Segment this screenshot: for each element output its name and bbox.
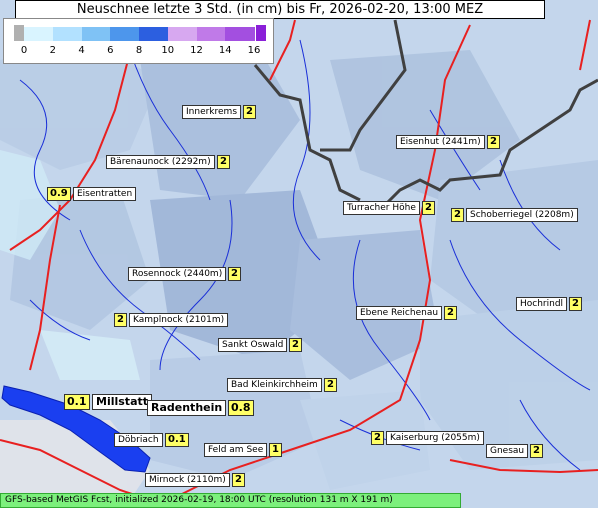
- legend-swatch: [110, 27, 140, 41]
- color-legend: 0 2 4 6 8 10 12 14 16: [3, 18, 274, 64]
- legend-tick-label: 4: [78, 45, 85, 56]
- snowfall-value: 2: [451, 208, 464, 222]
- legend-swatch: [196, 27, 226, 41]
- place-label: Bad Kleinkirchheim: [227, 378, 322, 392]
- legend-tick-label: 12: [190, 45, 203, 56]
- place-label: Radenthein: [147, 400, 227, 416]
- snowfall-value: 2: [228, 267, 241, 281]
- place-label: Eisenhut (2441m): [396, 135, 485, 149]
- legend-tick-label: 0: [20, 45, 28, 56]
- map-title: Neuschnee letzte 3 Std. (in cm) bis Fr, …: [15, 0, 545, 19]
- place-label: Gnesau: [486, 444, 529, 458]
- legend-swatch: [81, 27, 111, 41]
- legend-swatch: [24, 27, 54, 41]
- legend-swatch: [167, 27, 197, 41]
- snowfall-value: 0.9: [47, 187, 71, 201]
- snowfall-value: 2: [243, 105, 256, 119]
- place-label: Feld am See: [204, 443, 268, 457]
- snowfall-value: 0.1: [64, 394, 90, 410]
- snowfall-value: 2: [217, 155, 230, 169]
- legend-swatch: [52, 27, 82, 41]
- legend-swatch: [256, 25, 266, 41]
- snowfall-value: 2: [371, 431, 384, 445]
- place-label: Eisentratten: [73, 187, 137, 201]
- snowfall-value: 2: [444, 306, 457, 320]
- place-label: Kaiserburg (2055m): [386, 431, 484, 445]
- snowfall-value: 2: [487, 135, 500, 149]
- legend-tick-label: 16: [247, 45, 261, 56]
- place-label: Döbriach: [114, 433, 163, 447]
- legend-tick-label: 10: [161, 45, 175, 56]
- snowfall-value: 2: [289, 338, 302, 352]
- snowfall-value: 2: [232, 473, 245, 487]
- place-label: Turracher Höhe: [343, 201, 420, 215]
- place-label: Sankt Oswald: [218, 338, 288, 352]
- legend-tick-label: 14: [218, 45, 232, 56]
- snowfall-value: 2: [569, 297, 582, 311]
- snowfall-value: 0.1: [165, 433, 189, 447]
- place-label: Bärenaunock (2292m): [106, 155, 215, 169]
- place-label: Millstatt: [92, 394, 153, 410]
- snowfall-value: 1: [269, 443, 282, 457]
- snowfall-value: 2: [114, 313, 127, 327]
- snowfall-value: 2: [324, 378, 337, 392]
- legend-swatch: [225, 27, 255, 41]
- place-label: Mirnock (2110m): [145, 473, 230, 487]
- legend-tick-label: 2: [49, 45, 56, 56]
- place-label: Rosennock (2440m): [128, 267, 227, 281]
- snowfall-map: [0, 0, 598, 508]
- place-label: Kamplnock (2101m): [129, 313, 229, 327]
- legend-swatch: [139, 27, 169, 41]
- place-label: Schoberriegel (2208m): [466, 208, 578, 222]
- snowfall-value: 2: [530, 444, 543, 458]
- legend-tick-label: 6: [107, 45, 114, 56]
- snowfall-value: 2: [422, 201, 435, 215]
- place-label: Hochrindl: [516, 297, 568, 311]
- legend-tick-label: 8: [135, 45, 143, 56]
- place-label: Ebene Reichenau: [356, 306, 443, 320]
- model-info-footer: GFS-based MetGIS Fcst, initialized 2026-…: [0, 493, 461, 508]
- legend-swatch: [14, 25, 24, 41]
- place-label: Innerkrems: [182, 105, 242, 119]
- snowfall-value: 0.8: [228, 400, 254, 416]
